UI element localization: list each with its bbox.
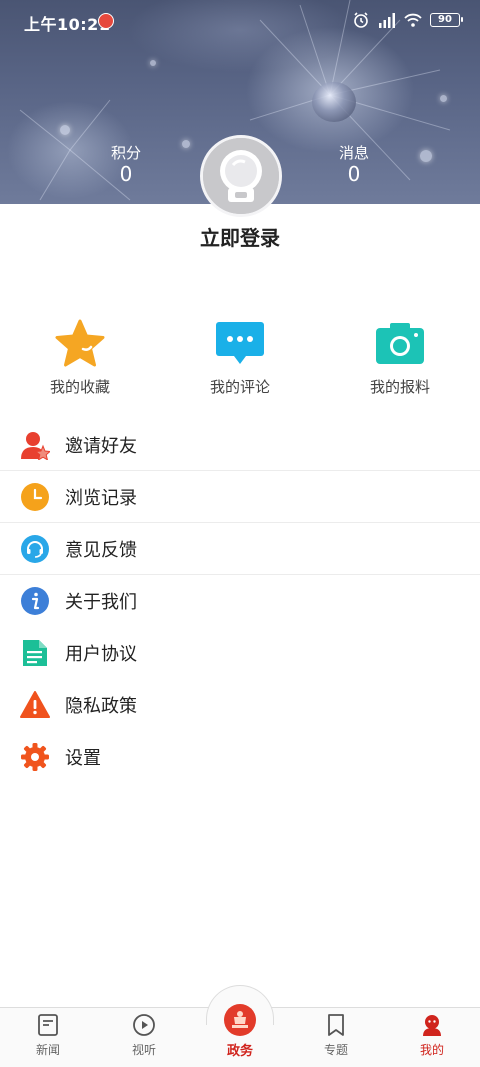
menu-item-label: 浏览记录 [65,488,137,509]
wifi-icon [404,13,422,27]
water-bubble [182,140,190,148]
water-drop-decoration [312,82,356,122]
status-bar: 上午10:21 90 [0,0,480,44]
mine-icon [423,1015,441,1036]
battery-icon: 90 [430,13,463,27]
menu-item-label: 关于我们 [65,592,137,613]
notification-badge-icon [98,13,114,29]
my-favorites-label: 我的收藏 [49,378,110,396]
menu-item-privacy-policy[interactable]: 隐私政策 [0,679,480,731]
document-icon [23,640,47,666]
headset-icon [21,535,49,563]
tab-video[interactable]: 视听 [96,1013,192,1058]
points-value: 0 [119,162,133,186]
menu-item-user-agreement[interactable]: 用户协议 [0,627,480,679]
tab-label: 专题 [323,1043,348,1057]
menu-item-label: 邀请好友 [65,436,137,457]
my-comments-button[interactable]: 我的评论 [170,318,310,397]
alarm-icon [354,12,368,28]
star-icon [55,319,105,367]
settings-menu: 邀请好友 浏览记录 意见反馈 关于我们 用户协议 隐私政策 设置 [0,419,480,783]
menu-item-settings[interactable]: 设置 [0,731,480,783]
messages-label: 消息 [338,144,369,162]
info-icon [21,587,49,615]
menu-item-label: 意见反馈 [65,540,137,561]
tab-mine[interactable]: 我的 [384,1013,480,1058]
tab-label: 政务 [226,1044,253,1059]
menu-item-history[interactable]: 浏览记录 [0,471,480,523]
water-bubble [150,60,156,66]
play-icon [133,1014,155,1036]
my-reports-label: 我的报料 [369,378,430,396]
status-icons: 90 [352,11,463,29]
menu-item-about[interactable]: 关于我们 [0,575,480,627]
hd-signal-icon [379,13,395,28]
bookmark-icon [328,1014,344,1036]
tab-news[interactable]: 新闻 [0,1013,96,1058]
menu-item-label: 隐私政策 [65,696,137,717]
messages-value: 0 [347,162,361,186]
camera-icon [376,323,424,364]
avatar[interactable] [200,135,282,217]
water-bubble [440,95,447,102]
my-comments-label: 我的评论 [209,378,270,396]
points-label: 积分 [110,144,141,162]
water-bubble [420,150,432,162]
my-reports-button[interactable]: 我的报料 [330,318,470,397]
messages-stat[interactable]: 消息 0 [314,144,394,186]
my-favorites-button[interactable]: 我的收藏 [10,318,150,397]
tab-label: 新闻 [35,1043,60,1057]
tab-label: 视听 [131,1043,156,1057]
tab-label: 我的 [419,1043,444,1057]
login-button[interactable]: 立即登录 [0,222,480,251]
default-avatar-icon [203,138,279,214]
tab-topics[interactable]: 专题 [288,1013,384,1058]
tab-government[interactable]: 政务 [192,1003,288,1059]
invite-friend-icon [21,432,50,460]
menu-item-label: 用户协议 [65,644,137,665]
news-icon [38,1014,58,1036]
comment-icon [216,322,264,364]
water-bubble [60,125,70,135]
gear-icon [21,743,49,771]
gov-icon [224,1004,256,1036]
quick-actions: 我的收藏 我的评论 我的报料 [0,318,480,408]
menu-item-invite-friends[interactable]: 邀请好友 [0,419,480,471]
menu-item-feedback[interactable]: 意见反馈 [0,523,480,575]
clock-icon [21,483,49,511]
menu-item-label: 设置 [65,748,101,769]
points-stat[interactable]: 积分 0 [86,144,166,186]
warning-icon [20,691,50,718]
